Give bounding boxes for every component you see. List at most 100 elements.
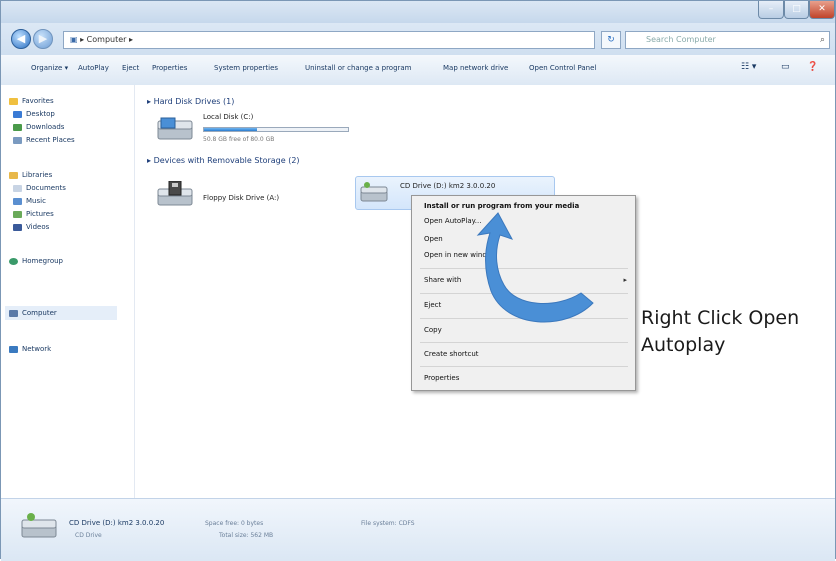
annotation-text: Right Click Open Autoplay [641, 305, 799, 359]
close-button[interactable]: ✕ [809, 1, 835, 19]
sidebar-item-label: Recent Places [26, 136, 75, 144]
address-path: ▸ Computer ▸ [80, 35, 133, 44]
sidebar-item-label: Libraries [22, 171, 53, 179]
menu-item-properties[interactable]: Properties [424, 374, 459, 382]
annotation-line-2: Autoplay [641, 334, 726, 356]
view-options-icon[interactable]: ☷ ▾ [741, 62, 756, 72]
sidebar-item-computer[interactable]: Computer [5, 306, 117, 320]
menu-item-install[interactable]: Install or run program from your media [424, 202, 579, 210]
menu-separator [420, 366, 628, 367]
close-icon: ✕ [818, 4, 826, 14]
help-icon[interactable]: ❓ [807, 62, 818, 72]
sidebar-item-label: Videos [26, 223, 50, 231]
group-title: Hard Disk Drives (1) [153, 97, 235, 106]
menu-separator [420, 342, 628, 343]
local-disk-free: 50.8 GB free of 80.0 GB [203, 136, 275, 143]
sidebar-item-desktop[interactable]: Desktop [13, 110, 55, 118]
local-disk-usage-bar [203, 127, 349, 132]
sidebar-item-label: Computer [22, 309, 57, 317]
sidebar-item-label: Homegroup [22, 257, 64, 265]
sidebar-item-downloads[interactable]: Downloads [13, 123, 64, 131]
sidebar-item-favorites[interactable]: Favorites [9, 97, 54, 105]
system-properties-button[interactable]: System properties [214, 64, 278, 72]
back-arrow-icon: ◀ [16, 32, 26, 45]
address-bar[interactable]: ▣ ▸ Computer ▸ [63, 31, 595, 49]
annotation-line-1: Right Click Open [641, 307, 800, 329]
address-row: ◀ ▶ ▣ ▸ Computer ▸ ↻ Search Computer ⌕ [1, 23, 835, 55]
floppy-drive-icon [157, 181, 193, 206]
sidebar-item-music[interactable]: Music [13, 197, 46, 205]
hard-disk-icon [157, 117, 193, 140]
details-space-free: Space free: 0 bytes [205, 520, 264, 527]
cd-drive-icon [21, 513, 57, 538]
documents-icon [13, 184, 22, 192]
forward-arrow-icon: ▶ [38, 32, 48, 45]
hard-disk-group-header[interactable]: ▸ Hard Disk Drives (1) [147, 97, 234, 106]
preview-pane-icon[interactable]: ▭ [781, 62, 790, 72]
title-bar: – □ ✕ [1, 1, 835, 23]
autoplay-button[interactable]: AutoPlay [78, 64, 109, 72]
homegroup-icon [9, 257, 18, 265]
menu-item-open[interactable]: Open [424, 235, 443, 243]
network-icon [9, 345, 18, 353]
sidebar-item-network[interactable]: Network [9, 345, 51, 353]
back-button[interactable]: ◀ [11, 29, 31, 49]
videos-icon [13, 223, 22, 231]
sidebar-item-recent-places[interactable]: Recent Places [13, 136, 75, 144]
computer-icon [9, 309, 18, 317]
sidebar-item-libraries[interactable]: Libraries [9, 171, 52, 179]
command-bar: Organize ▾ AutoPlay Eject Properties Sys… [1, 55, 835, 86]
downloads-icon [13, 123, 22, 131]
details-drive-name: CD Drive (D:) km2 3.0.0.20 [69, 519, 165, 527]
sidebar-item-label: Desktop [26, 110, 55, 118]
sidebar-item-label: Documents [26, 184, 66, 192]
cd-drive-label: CD Drive (D:) km2 3.0.0.20 [400, 182, 496, 190]
sidebar-item-videos[interactable]: Videos [13, 223, 49, 231]
menu-item-create-shortcut[interactable]: Create shortcut [424, 350, 479, 358]
curved-arrow-icon [476, 212, 594, 323]
desktop-icon [13, 110, 22, 118]
details-file-system: File system: CDFS [361, 520, 415, 527]
pictures-icon [13, 210, 22, 218]
sidebar-item-label: Downloads [26, 123, 65, 131]
details-drive-type: CD Drive [75, 532, 102, 539]
open-control-panel-button[interactable]: Open Control Panel [529, 64, 596, 72]
minimize-button[interactable]: – [758, 1, 784, 19]
removable-group-header[interactable]: ▸ Devices with Removable Storage (2) [147, 156, 300, 165]
sidebar-item-label: Favorites [22, 97, 54, 105]
sidebar-item-documents[interactable]: Documents [13, 184, 66, 192]
sidebar-item-label: Network [22, 345, 52, 353]
libraries-icon [9, 171, 18, 179]
search-icon: ⌕ [819, 35, 825, 45]
floppy-drive-label[interactable]: Floppy Disk Drive (A:) [203, 194, 279, 202]
minimize-icon: – [768, 4, 774, 14]
details-total-size: Total size: 562 MB [219, 532, 274, 539]
uninstall-program-button[interactable]: Uninstall or change a program [305, 64, 412, 72]
search-input[interactable]: Search Computer ⌕ [625, 31, 830, 49]
properties-button[interactable]: Properties [152, 64, 187, 72]
maximize-button[interactable]: □ [784, 1, 809, 19]
recent-places-icon [13, 136, 22, 144]
search-placeholder: Search Computer [646, 35, 716, 44]
submenu-arrow-icon: ▸ [623, 276, 627, 284]
sidebar-item-homegroup[interactable]: Homegroup [9, 257, 63, 265]
menu-item-eject[interactable]: Eject [424, 301, 441, 309]
map-network-drive-button[interactable]: Map network drive [443, 64, 508, 72]
star-icon [9, 97, 18, 105]
explorer-window: – □ ✕ ◀ ▶ ▣ ▸ Computer ▸ ↻ Search Comput… [0, 0, 836, 561]
cd-drive-icon [360, 182, 388, 202]
computer-icon: ▣ [70, 35, 81, 44]
forward-button[interactable]: ▶ [33, 29, 53, 49]
refresh-icon: ↻ [607, 35, 615, 45]
music-icon [13, 197, 22, 205]
sidebar-item-pictures[interactable]: Pictures [13, 210, 54, 218]
local-disk-label[interactable]: Local Disk (C:) [203, 113, 253, 121]
sidebar-item-label: Pictures [26, 210, 54, 218]
eject-button[interactable]: Eject [122, 64, 139, 72]
navigation-pane: Favorites Desktop Downloads Recent Place… [1, 85, 135, 498]
menu-item-copy[interactable]: Copy [424, 326, 442, 334]
sidebar-item-label: Music [26, 197, 46, 205]
organize-button[interactable]: Organize ▾ [31, 64, 68, 72]
usage-fill [204, 128, 258, 131]
refresh-button[interactable]: ↻ [601, 31, 621, 49]
